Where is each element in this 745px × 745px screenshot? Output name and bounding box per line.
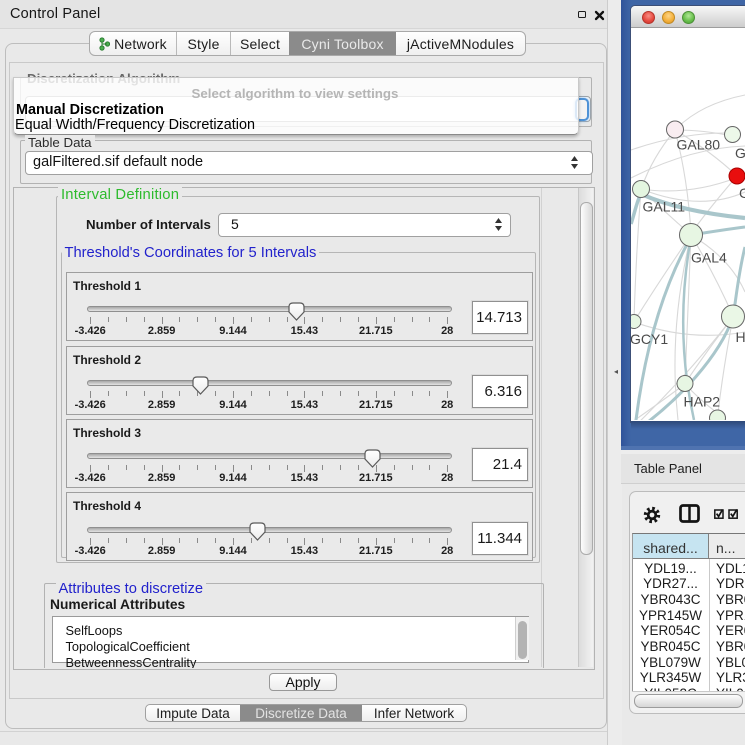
svg-text:GAL11: GAL11	[643, 199, 686, 215]
svg-text:GAL4: GAL4	[691, 250, 727, 266]
svg-text:GCY1: GCY1	[631, 331, 668, 347]
svg-text:GA: GA	[735, 145, 745, 161]
svg-text:GAL80: GAL80	[677, 137, 721, 153]
svg-text:H: H	[736, 329, 745, 345]
svg-text:C: C	[739, 185, 745, 201]
svg-text:HAP2: HAP2	[684, 394, 721, 410]
